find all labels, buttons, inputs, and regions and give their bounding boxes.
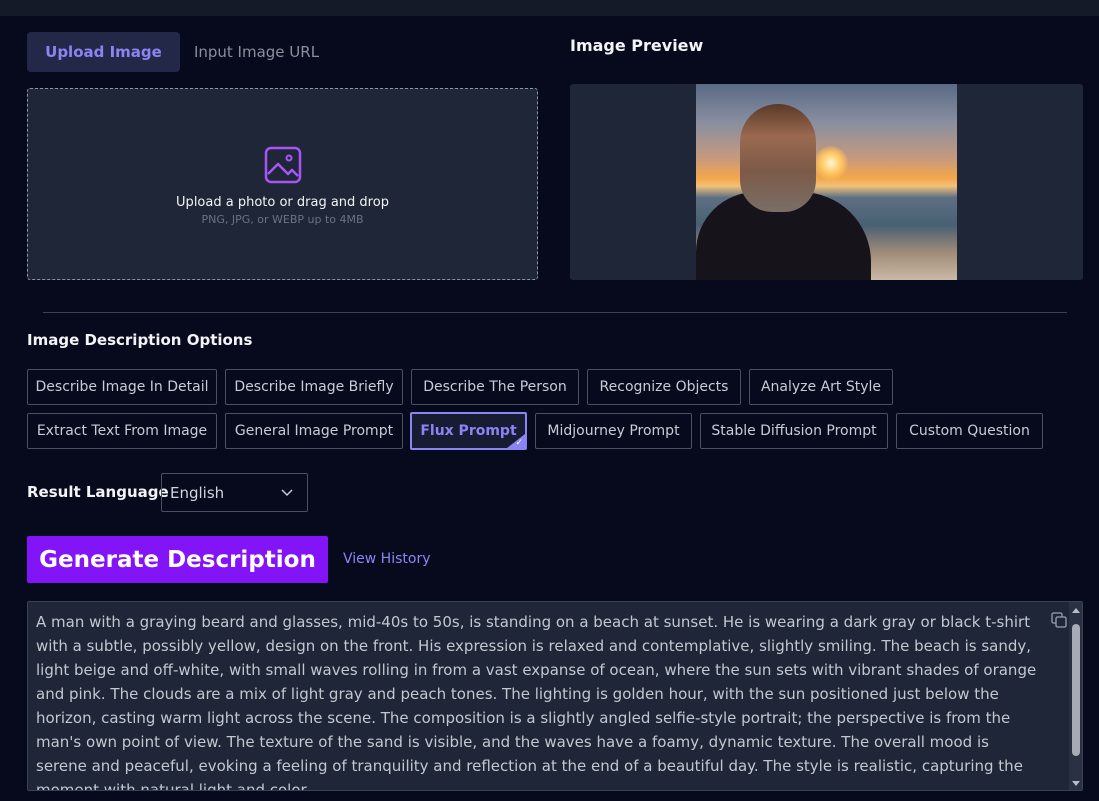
option-describe-image-briefly[interactable]: Describe Image Briefly xyxy=(225,369,403,405)
result-scrollbar[interactable] xyxy=(1069,602,1082,790)
tab-input-image-url[interactable]: Input Image URL xyxy=(180,32,333,72)
option-describe-the-person[interactable]: Describe The Person xyxy=(411,369,579,405)
generate-description-button[interactable]: Generate Description xyxy=(27,536,328,583)
result-textarea[interactable]: A man with a graying beard and glasses, … xyxy=(27,601,1083,791)
result-text: A man with a graying beard and glasses, … xyxy=(36,613,1037,791)
result-language-label: Result Language xyxy=(27,483,169,501)
scroll-down-arrow-icon[interactable] xyxy=(1072,781,1080,786)
preview-title: Image Preview xyxy=(570,36,704,55)
option-analyze-art-style[interactable]: Analyze Art Style xyxy=(749,369,893,405)
option-describe-image-in-detail[interactable]: Describe Image In Detail xyxy=(27,369,217,405)
option-flux-prompt-label: Flux Prompt xyxy=(420,423,517,439)
scroll-thumb[interactable] xyxy=(1072,624,1080,756)
preview-photo xyxy=(696,84,957,280)
copy-icon[interactable] xyxy=(1051,612,1067,628)
photo-sun xyxy=(814,146,848,180)
scroll-up-arrow-icon[interactable] xyxy=(1072,608,1080,613)
section-divider xyxy=(43,312,1067,313)
check-icon: ✓ xyxy=(515,438,523,448)
options-title: Image Description Options xyxy=(27,331,253,349)
option-general-image-prompt[interactable]: General Image Prompt xyxy=(225,413,403,449)
upload-formats: PNG, JPG, or WEBP up to 4MB xyxy=(201,213,364,226)
photo-person-head xyxy=(740,104,816,212)
image-preview xyxy=(570,84,1083,280)
upload-dropzone[interactable]: Upload a photo or drag and drop PNG, JPG… xyxy=(27,88,538,280)
option-midjourney-prompt[interactable]: Midjourney Prompt xyxy=(535,413,692,449)
option-extract-text-from-image[interactable]: Extract Text From Image xyxy=(27,413,217,449)
view-history-link[interactable]: View History xyxy=(343,551,430,567)
top-bar xyxy=(0,0,1099,16)
option-recognize-objects[interactable]: Recognize Objects xyxy=(587,369,741,405)
option-flux-prompt[interactable]: Flux Prompt ✓ xyxy=(410,412,527,450)
image-icon xyxy=(264,146,302,184)
upload-instruction: Upload a photo or drag and drop xyxy=(176,195,389,210)
option-stable-diffusion-prompt[interactable]: Stable Diffusion Prompt xyxy=(700,413,888,449)
chevron-down-icon xyxy=(281,489,293,497)
tab-upload-image[interactable]: Upload Image xyxy=(27,32,180,72)
result-language-select[interactable]: English xyxy=(161,473,308,512)
result-language-value: English xyxy=(170,483,225,502)
option-custom-question[interactable]: Custom Question xyxy=(896,413,1043,449)
